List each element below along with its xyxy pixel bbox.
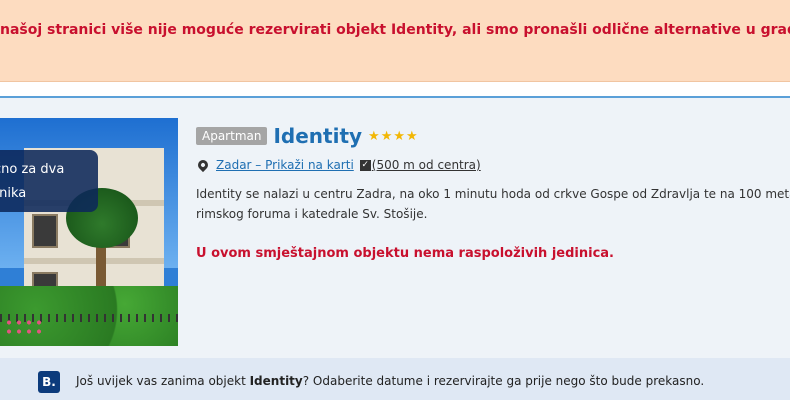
property-details: Apartman Identity ★★★★ Zadar – Prikaži n… bbox=[195, 122, 790, 261]
booking-logo-icon: B. bbox=[38, 371, 60, 393]
title-row: Apartman Identity ★★★★ bbox=[196, 122, 790, 150]
property-photo[interactable]: čno za dva tnika bbox=[0, 118, 178, 346]
building-window bbox=[32, 214, 58, 248]
show-on-map-link[interactable]: Zadar – Prikaži na karti bbox=[216, 158, 354, 172]
photo-badge-line1: čno za dva bbox=[0, 162, 65, 177]
reminder-text-start: Još uvijek vas zanima objekt bbox=[76, 374, 250, 388]
reminder-bar: B. Još uvijek vas zanima objekt Identity… bbox=[0, 358, 790, 400]
description-line: Identity se nalazi u centru Zadra, na ok… bbox=[196, 187, 790, 201]
property-name-link[interactable]: Identity bbox=[273, 124, 362, 148]
building-band bbox=[24, 258, 164, 264]
map-pin-icon bbox=[195, 157, 211, 173]
reminder-property-name: Identity bbox=[249, 374, 303, 388]
property-type-tag: Apartman bbox=[196, 127, 268, 145]
distance-from-center: (500 m od centra) bbox=[371, 158, 481, 172]
description-line: rimskog foruma i katedrale Sv. Stošije. bbox=[196, 207, 428, 221]
photo-flowers bbox=[4, 318, 44, 336]
property-description: Identity se nalazi u centru Zadra, na ok… bbox=[196, 184, 790, 224]
checkbox-icon: ✓ bbox=[359, 159, 371, 171]
alert-message: našoj stranici više nije moguće rezervir… bbox=[0, 22, 790, 38]
photo-badge-line2: tnika bbox=[0, 186, 27, 201]
photo-badge: čno za dva tnika bbox=[0, 150, 98, 212]
reminder-text-end: ? Odaberite datume i rezervirajte ga pri… bbox=[302, 374, 705, 388]
alert-banner: našoj stranici više nije moguće rezervir… bbox=[0, 0, 790, 82]
star-rating: ★★★★ bbox=[368, 128, 419, 144]
reminder-text: Još uvijek vas zanima objekt Identity? O… bbox=[76, 374, 704, 388]
location-row: Zadar – Prikaži na karti ✓ (500 m od cen… bbox=[195, 156, 790, 174]
availability-message: U ovom smještajnom objektu nema raspolož… bbox=[196, 246, 614, 261]
property-card: čno za dva tnika Apartman Identity ★★★★ … bbox=[0, 96, 790, 358]
